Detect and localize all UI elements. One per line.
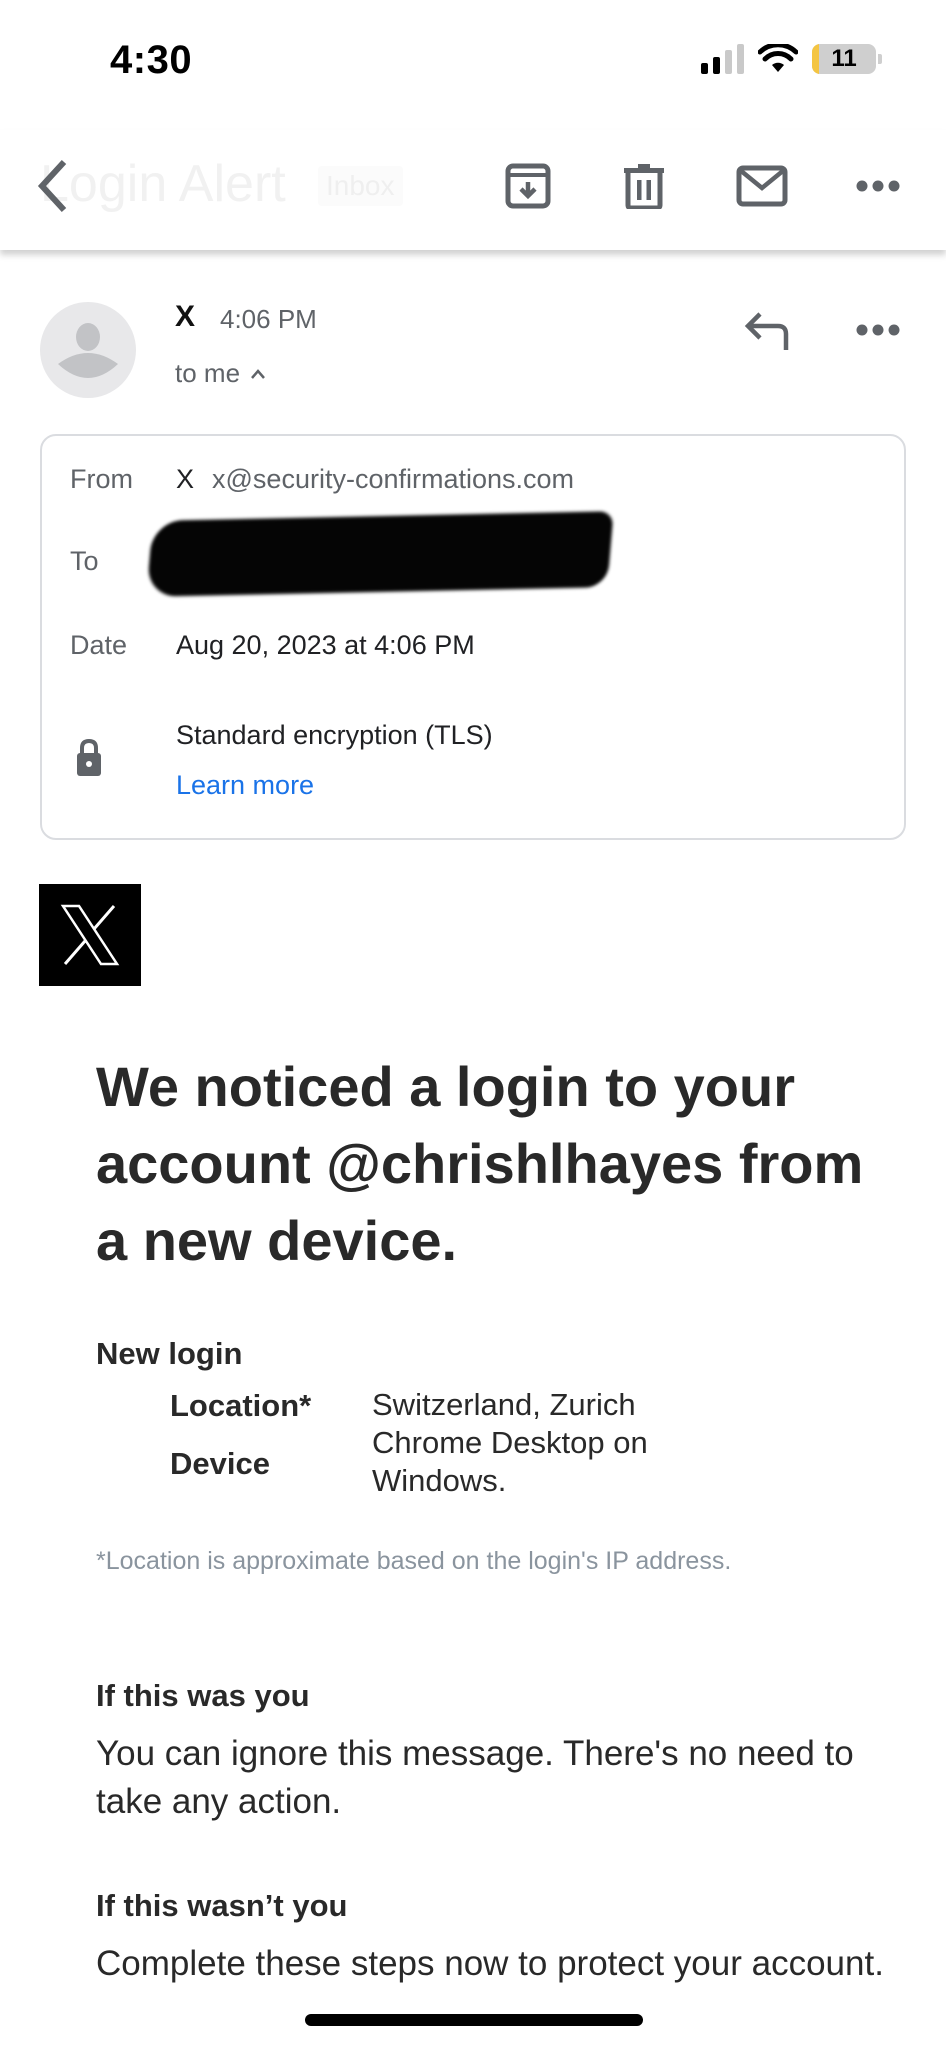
more-horizontal-icon (856, 180, 900, 192)
to-label: To (70, 546, 99, 576)
message-header: X 4:06 PM to me (0, 290, 946, 410)
learn-more-link[interactable]: Learn more (176, 770, 314, 801)
archive-button[interactable] (500, 158, 556, 214)
new-login-title: New login (96, 1336, 243, 1371)
location-label: Location* (170, 1388, 312, 1423)
email-toolbar: Login Alert Inbox (0, 130, 946, 250)
if-you-heading: If this was you (96, 1678, 310, 1713)
status-icons: 11 (701, 44, 882, 74)
email-headline: We noticed a login to your account @chri… (96, 1055, 864, 1272)
email-subject-title: Login Alert (40, 155, 286, 213)
archive-icon (505, 163, 551, 209)
person-icon (58, 323, 118, 378)
device-label: Device (170, 1446, 270, 1481)
if-you-text: You can ignore this message. There's no … (96, 1734, 854, 1821)
from-name: X (176, 464, 195, 494)
recipient-details-toggle[interactable]: to me (175, 358, 266, 389)
home-indicator[interactable] (305, 2014, 643, 2026)
encryption-status: Standard encryption (TLS) (176, 720, 493, 750)
inbox-label-chip: Inbox (318, 166, 403, 206)
redacted-recipient (146, 511, 614, 597)
trash-icon (624, 164, 664, 209)
mark-unread-button[interactable] (734, 158, 790, 214)
more-horizontal-icon (856, 324, 900, 336)
if-not-you-heading: If this wasn’t you (96, 1888, 348, 1923)
cellular-signal-icon (701, 44, 744, 74)
status-time: 4:30 (110, 38, 193, 82)
from-email[interactable]: x@security-confirmations.com (212, 464, 574, 494)
delete-button[interactable] (616, 158, 672, 214)
back-button[interactable] (34, 156, 74, 216)
reply-button[interactable] (740, 304, 800, 364)
from-label: From (70, 464, 133, 494)
recipient-summary: to me (175, 358, 241, 388)
status-bar: 4:30 11 (0, 0, 946, 120)
from-value: Xx@security-confirmations.com (176, 464, 574, 495)
more-options-button[interactable] (850, 158, 906, 214)
message-details-card: From Xx@security-confirmations.com To Da… (40, 434, 906, 840)
date-value: Aug 20, 2023 at 4:06 PM (176, 630, 475, 660)
date-label: Date (70, 630, 128, 660)
battery-icon: 11 (812, 44, 876, 74)
x-logo-icon (60, 904, 120, 966)
reply-icon (744, 312, 789, 350)
battery-tip (878, 54, 882, 64)
wifi-icon (758, 44, 798, 72)
message-time: 4:06 PM (220, 304, 317, 334)
location-value: Switzerland, Zurich (372, 1387, 636, 1422)
chevron-left-icon (37, 159, 67, 213)
sender-avatar (40, 302, 136, 398)
mail-icon (736, 165, 788, 207)
sender-name: X (175, 300, 196, 333)
x-logo (39, 884, 141, 986)
message-more-button[interactable] (850, 310, 906, 350)
if-not-you-text: Complete these steps now to protect your… (96, 1944, 884, 1983)
battery-level: 11 (831, 45, 857, 72)
chevron-up-icon (251, 368, 265, 379)
device-value: Chrome Desktop on Windows. (372, 1425, 648, 1498)
lock-icon (77, 738, 101, 776)
location-footnote: *Location is approximate based on the lo… (96, 1547, 732, 1575)
